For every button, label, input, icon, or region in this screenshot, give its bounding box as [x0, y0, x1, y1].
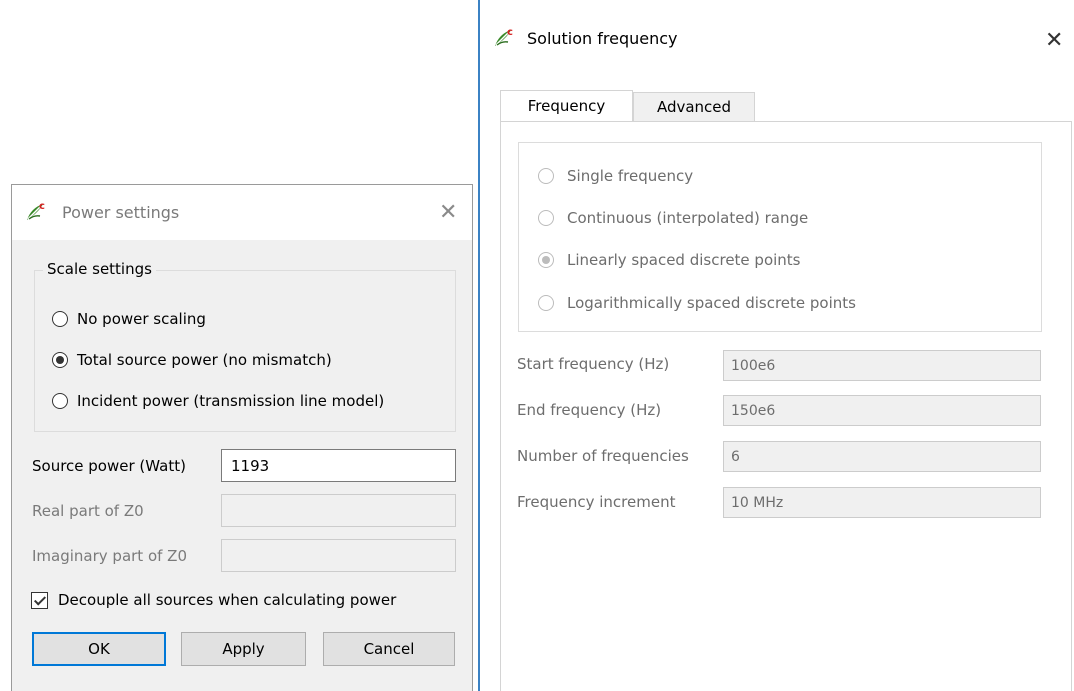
close-icon[interactable]: ✕ [439, 202, 457, 224]
radio-button[interactable] [52, 352, 68, 368]
radio-label: No power scaling [77, 310, 206, 328]
real-z0-label: Real part of Z0 [32, 502, 144, 520]
radio-button[interactable] [52, 393, 68, 409]
number-of-frequencies-label: Number of frequencies [517, 447, 689, 465]
radio-label: Total source power (no mismatch) [77, 351, 332, 369]
app-leaf-icon: c [495, 27, 513, 46]
radio-total-source-power[interactable]: Total source power (no mismatch) [52, 349, 332, 371]
svg-text:c: c [39, 201, 45, 212]
power-settings-window: c Power settings ✕ Scale settings No pow… [11, 184, 473, 691]
radio-single-frequency[interactable]: Single frequency [538, 165, 693, 187]
group-label: Scale settings [43, 260, 156, 278]
real-z0-input[interactable] [221, 494, 456, 527]
scale-settings-group: Scale settings No power scaling Total so… [34, 260, 456, 432]
frequency-type-group: Single frequency Continuous (interpolate… [518, 142, 1042, 332]
end-frequency-field[interactable]: 150e6 [723, 395, 1041, 426]
radio-no-power-scaling[interactable]: No power scaling [52, 308, 206, 330]
svg-text:c: c [507, 27, 513, 38]
radio-log-points[interactable]: Logarithmically spaced discrete points [538, 292, 856, 314]
tab-advanced[interactable]: Advanced [633, 92, 755, 121]
title-bar: c Power settings ✕ [12, 185, 472, 240]
radio-continuous-range[interactable]: Continuous (interpolated) range [538, 207, 808, 229]
number-of-frequencies-field[interactable]: 6 [723, 441, 1041, 472]
radio-button[interactable] [52, 311, 68, 327]
apply-button[interactable]: Apply [181, 632, 306, 666]
solution-frequency-window: c Solution frequency ✕ Frequency Advance… [478, 0, 1074, 691]
decouple-label: Decouple all sources when calculating po… [58, 591, 397, 609]
radio-label: Single frequency [567, 167, 694, 185]
imaginary-z0-input[interactable] [221, 539, 456, 572]
frequency-increment-field: 10 MHz [723, 487, 1041, 518]
decouple-checkbox-row[interactable]: Decouple all sources when calculating po… [31, 591, 396, 609]
window-title: Solution frequency [527, 29, 678, 48]
source-power-input[interactable]: 1193 [221, 449, 456, 482]
radio-label: Linearly spaced discrete points [567, 251, 801, 269]
radio-label: Incident power (transmission line model) [77, 392, 385, 410]
frequency-increment-label: Frequency increment [517, 493, 676, 511]
radio-button[interactable] [538, 210, 554, 226]
end-frequency-label: End frequency (Hz) [517, 401, 662, 419]
radio-incident-power[interactable]: Incident power (transmission line model) [52, 390, 384, 412]
radio-button[interactable] [538, 252, 554, 268]
app-leaf-icon: c [27, 201, 45, 220]
tab-frequency[interactable]: Frequency [500, 90, 633, 121]
imaginary-z0-label: Imaginary part of Z0 [32, 547, 188, 565]
radio-button[interactable] [538, 295, 554, 311]
tab-panel-frequency: Single frequency Continuous (interpolate… [500, 121, 1072, 691]
ok-button[interactable]: OK [32, 632, 166, 666]
start-frequency-field[interactable]: 100e6 [723, 350, 1041, 381]
source-power-label: Source power (Watt) [32, 457, 186, 475]
cancel-button[interactable]: Cancel [323, 632, 455, 666]
close-icon[interactable]: ✕ [1045, 30, 1063, 52]
decouple-checkbox[interactable] [31, 591, 48, 609]
radio-linear-points[interactable]: Linearly spaced discrete points [538, 249, 801, 271]
radio-label: Logarithmically spaced discrete points [567, 294, 856, 312]
radio-button[interactable] [538, 168, 554, 184]
radio-label: Continuous (interpolated) range [567, 209, 809, 227]
start-frequency-label: Start frequency (Hz) [517, 355, 670, 373]
window-title: Power settings [62, 203, 180, 222]
